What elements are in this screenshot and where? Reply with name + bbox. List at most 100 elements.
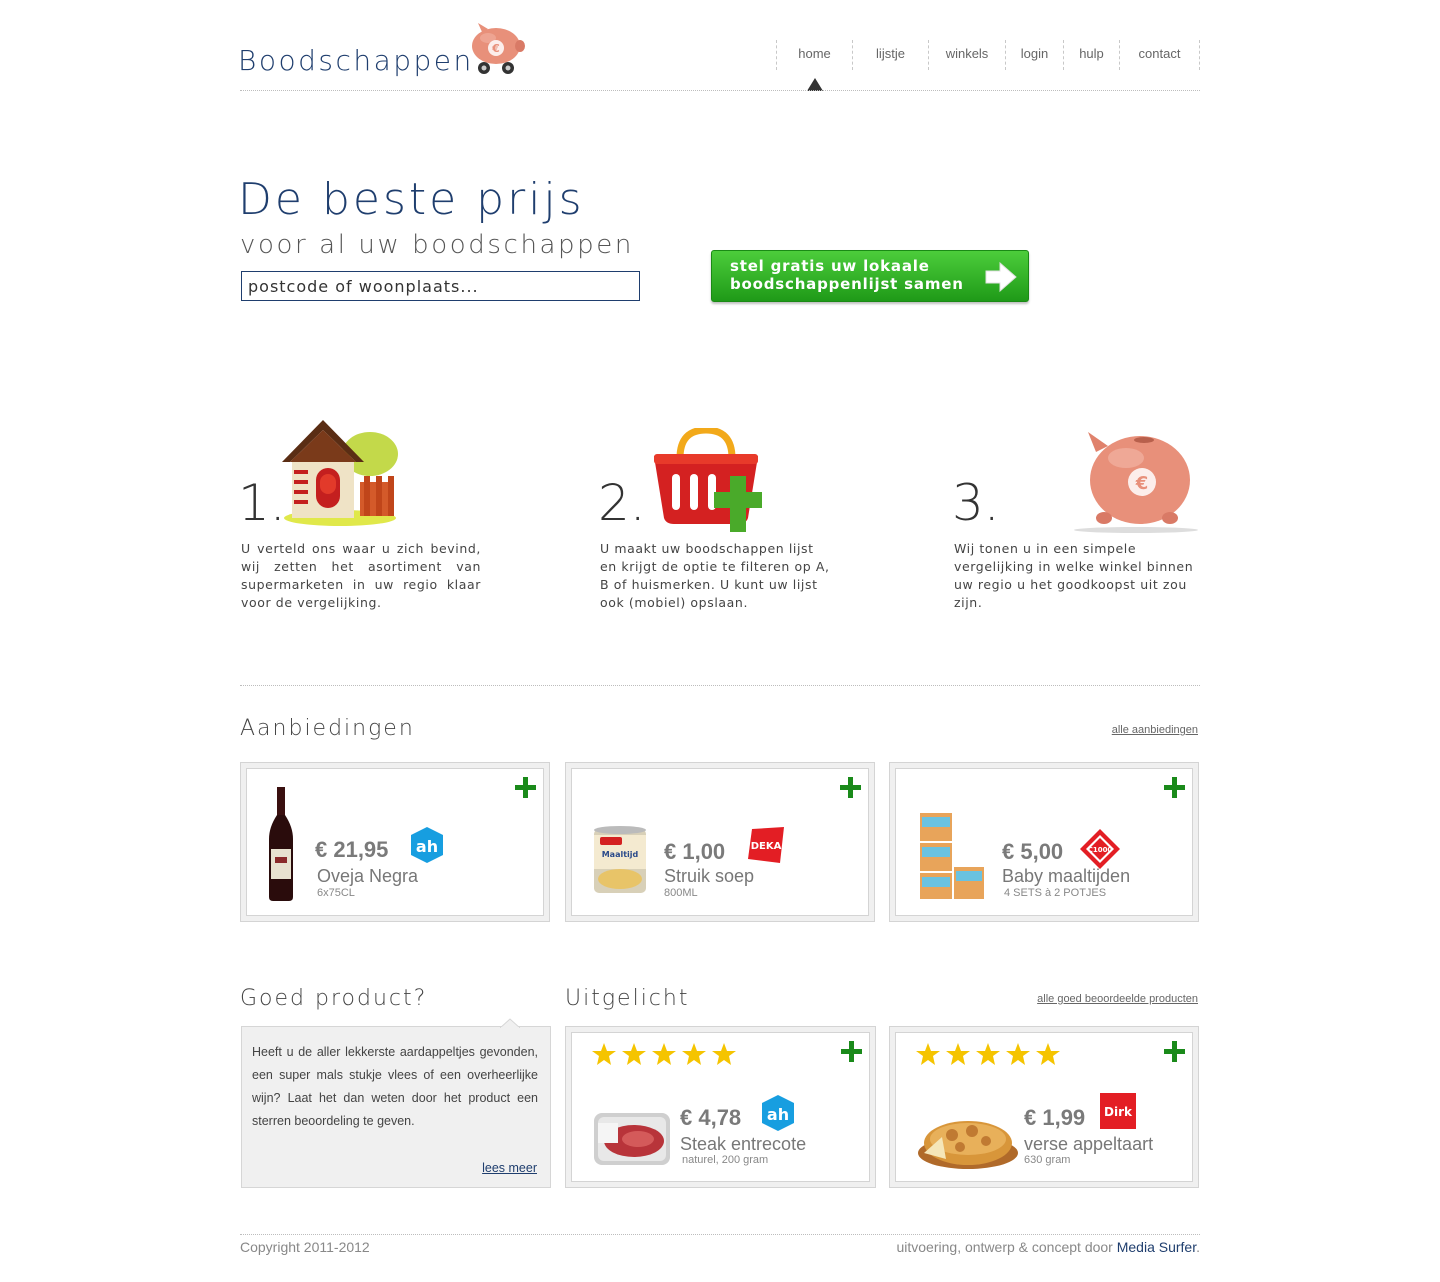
svg-text:ah: ah — [416, 837, 438, 856]
location-search-input[interactable] — [241, 271, 640, 301]
piggy-cart-logo-icon[interactable]: € — [466, 22, 526, 76]
copyright-text: Copyright 2011-2012 — [240, 1239, 370, 1255]
box-pointer — [500, 1018, 520, 1028]
main-nav: home lijstje winkels login hulp contact — [776, 40, 1200, 70]
featured-price: € 4,78 — [680, 1105, 742, 1130]
offer-product-detail: 6x75CL — [317, 887, 355, 899]
nav-winkels[interactable]: winkels — [929, 40, 1006, 70]
good-product-box: Heeft u de aller lekkerste aardappeltjes… — [241, 1026, 551, 1188]
nav-hulp[interactable]: hulp — [1064, 40, 1120, 70]
nav-login[interactable]: login — [1006, 40, 1064, 70]
featured-title: Uitgelicht — [565, 986, 690, 1011]
add-to-list-icon[interactable] — [1164, 777, 1186, 799]
nav-home[interactable]: home — [777, 40, 853, 70]
create-list-button[interactable]: stel gratis uw lokaale boodschappenlijst… — [711, 250, 1029, 302]
star-rating[interactable] — [916, 1043, 1060, 1065]
section-divider — [240, 685, 1200, 686]
step-text: U verteld ons waar u zich bevind, wij ze… — [241, 541, 481, 610]
footer-divider — [240, 1234, 1200, 1235]
featured-card-body: € 1,99 Dirk verse appeltaart 630 gram — [895, 1032, 1193, 1182]
offer-card[interactable]: € 5,00 C1000 Baby maaltijden 4 SETS à 2 … — [889, 762, 1199, 922]
arrow-right-icon — [985, 261, 1017, 293]
all-rated-products-link[interactable]: alle goed beoordeelde producten — [1037, 993, 1198, 1005]
featured-product-detail: naturel, 200 gram — [682, 1154, 769, 1166]
featured-product-name: Steak entrecote — [680, 1134, 807, 1154]
credit-text: uitvoering, ontwerp & concept door Media… — [896, 1239, 1200, 1255]
add-to-list-icon[interactable] — [840, 777, 862, 799]
c1000-logo: C1000 — [1080, 829, 1120, 869]
add-to-list-icon[interactable] — [515, 777, 537, 799]
offer-card-body: € 5,00 C1000 Baby maaltijden 4 SETS à 2 … — [895, 768, 1193, 916]
media-surfer-link[interactable]: Media Surfer — [1117, 1239, 1196, 1255]
all-offers-link[interactable]: alle aanbiedingen — [1112, 724, 1198, 736]
star-icon[interactable] — [976, 1043, 1000, 1065]
featured-product-detail: 630 gram — [1024, 1154, 1071, 1166]
logo-text[interactable]: Boodschappen — [238, 44, 474, 77]
star-icon[interactable] — [622, 1043, 646, 1065]
deka-logo: DEKA — [748, 827, 784, 863]
star-icon[interactable] — [916, 1043, 940, 1065]
house-icon — [282, 420, 398, 526]
offer-price: € 1,00 — [664, 839, 726, 864]
offers-title: Aanbiedingen — [240, 716, 415, 741]
offer-card-body: Maaltijd € 1,00 DEKA Struik soep 800ML — [571, 768, 869, 916]
step-text: U maakt uw boodschappen lijst en krijgt … — [600, 541, 830, 610]
svg-text:€: € — [1135, 473, 1149, 494]
featured-card-body: € 4,78 ah Steak entrecote naturel, 200 g… — [571, 1032, 870, 1182]
offer-card[interactable]: Maaltijd € 1,00 DEKA Struik soep 800ML — [565, 762, 875, 922]
soup-can-icon: Maaltijd — [594, 826, 646, 893]
offer-product-detail: 4 SETS à 2 POTJES — [1004, 887, 1107, 899]
cta-label-line1: stel gratis uw lokaale — [730, 257, 930, 275]
star-icon[interactable] — [1036, 1043, 1060, 1065]
add-to-list-icon[interactable] — [1164, 1041, 1186, 1063]
svg-text:Maaltijd: Maaltijd — [602, 850, 639, 859]
add-to-list-icon[interactable] — [841, 1041, 863, 1063]
good-product-text: Heeft u de aller lekkerste aardappeltjes… — [252, 1045, 538, 1128]
read-more-link[interactable]: lees meer — [482, 1161, 537, 1175]
nav-lijstje[interactable]: lijstje — [853, 40, 929, 70]
offer-price: € 21,95 — [315, 837, 389, 862]
star-icon[interactable] — [592, 1043, 616, 1065]
star-icon[interactable] — [712, 1043, 736, 1065]
offer-product-name: Baby maaltijden — [1002, 866, 1131, 886]
offer-price: € 5,00 — [1002, 839, 1064, 864]
svg-text:C1000: C1000 — [1088, 846, 1113, 854]
featured-price: € 1,99 — [1024, 1105, 1086, 1130]
step-text: Wij tonen u in een simpele vergelijking … — [954, 541, 1194, 610]
hero-subtitle: voor al uw boodschappen — [240, 230, 634, 260]
offer-product-detail: 800ML — [664, 887, 698, 899]
star-icon[interactable] — [682, 1043, 706, 1065]
offer-card[interactable]: € 21,95 ah Oveja Negra 6x75CL — [240, 762, 550, 922]
basket-plus-icon — [654, 428, 762, 532]
ah-logo: ah — [411, 827, 443, 863]
svg-text:ah: ah — [767, 1105, 789, 1124]
steak-package-icon — [594, 1113, 670, 1165]
cta-label-line2: boodschappenlijst samen — [730, 275, 964, 293]
star-icon[interactable] — [1006, 1043, 1030, 1065]
apple-pie-icon — [918, 1121, 1018, 1169]
svg-text:€: € — [491, 42, 500, 55]
cta-label: stel gratis uw lokaale boodschappenlijst… — [730, 257, 964, 293]
wine-bottle-icon — [269, 787, 293, 901]
offer-product-name: Oveja Negra — [317, 866, 419, 886]
step-number: 3. — [952, 474, 1000, 532]
ah-logo: ah — [762, 1095, 794, 1131]
piggy-bank-icon: € — [1074, 432, 1198, 533]
step-number: 2. — [598, 474, 646, 532]
featured-product-name: verse appeltaart — [1024, 1134, 1154, 1154]
featured-card[interactable]: € 4,78 ah Steak entrecote naturel, 200 g… — [565, 1026, 876, 1188]
star-icon[interactable] — [652, 1043, 676, 1065]
good-product-title: Goed product? — [240, 986, 428, 1011]
nav-contact[interactable]: contact — [1120, 40, 1200, 70]
featured-card[interactable]: € 1,99 Dirk verse appeltaart 630 gram — [889, 1026, 1199, 1188]
credit-period: . — [1196, 1239, 1200, 1255]
dirk-logo: Dirk — [1100, 1093, 1136, 1129]
hero-title: De beste prijs — [238, 174, 585, 225]
star-rating[interactable] — [592, 1043, 736, 1065]
star-icon[interactable] — [946, 1043, 970, 1065]
offer-card-body: € 21,95 ah Oveja Negra 6x75CL — [246, 768, 544, 916]
baby-meals-icon — [920, 813, 984, 899]
header-divider — [240, 90, 1200, 91]
credit-label: uitvoering, ontwerp & concept door — [896, 1239, 1117, 1255]
svg-text:DEKA: DEKA — [751, 841, 782, 852]
